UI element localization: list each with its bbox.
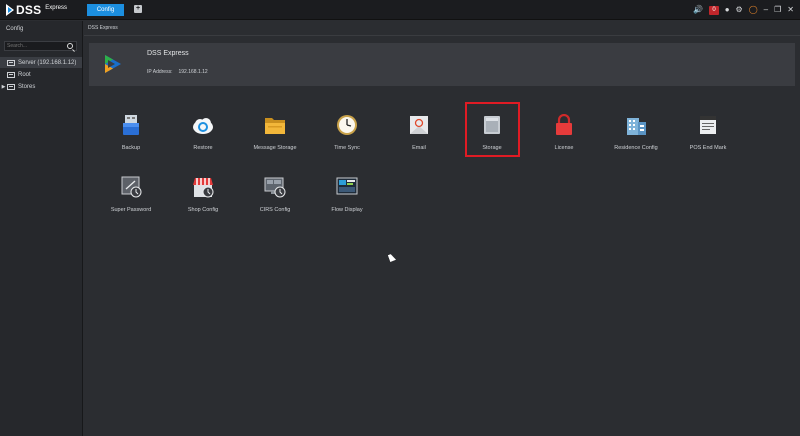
tile-label: License <box>554 145 574 151</box>
tree-item-label: Root <box>18 71 31 78</box>
folder-icon <box>265 118 285 134</box>
breadcrumb: DSS Express <box>88 25 118 31</box>
tile-label: Message Storage <box>253 145 297 151</box>
server-icon <box>7 59 15 66</box>
tile-flow-display[interactable]: Flow Display <box>317 174 377 222</box>
tile-label: Shop Config <box>187 207 219 213</box>
sidebar-title: Config <box>6 26 24 32</box>
tile-time-sync[interactable]: Time Sync <box>317 112 377 160</box>
restore-icon[interactable]: ❐ <box>774 4 781 16</box>
tree-item-stores[interactable]: ▶ Stores <box>0 81 82 92</box>
lock-icon <box>556 114 572 135</box>
add-tab-button[interactable]: + <box>134 5 142 13</box>
tree-item-root[interactable]: Root <box>0 69 82 80</box>
shop-icon <box>193 178 214 198</box>
tile-label: POS End Mark <box>689 145 727 151</box>
org-icon <box>7 83 15 90</box>
tile-label: Restore <box>193 145 213 151</box>
speaker-icon[interactable]: 🔊 <box>693 4 703 16</box>
close-icon[interactable]: ✕ <box>787 4 794 16</box>
tile-label: CIRS Config <box>259 207 291 213</box>
clock-icon <box>337 115 357 135</box>
tile-cirs-config[interactable]: CIRS Config <box>245 174 305 222</box>
tile-message-storage[interactable]: Message Storage <box>245 112 305 160</box>
receipt-icon <box>700 116 716 134</box>
expand-arrow-icon[interactable]: ▶ <box>0 84 7 90</box>
search-input[interactable] <box>7 42 65 50</box>
building-icon <box>627 118 646 135</box>
tile-pos-end-mark[interactable]: POS End Mark <box>678 112 738 160</box>
window-tools: 🔊 0 ● ⚙ ◯ – ❐ ✕ <box>693 4 794 16</box>
hardware-icon[interactable]: ◯ <box>749 4 758 16</box>
tree-item-server[interactable]: Server (192.168.1.12) <box>0 57 82 68</box>
tree-item-label: Stores <box>18 83 36 90</box>
ip-value: 192.168.1.12 <box>178 69 208 75</box>
tile-email[interactable]: Email <box>389 112 449 160</box>
search-box <box>4 41 77 51</box>
divider <box>84 35 800 36</box>
storage-highlight-box <box>465 102 520 157</box>
mouse-cursor-icon <box>387 253 397 262</box>
tab-config[interactable]: Config <box>87 4 124 16</box>
usb-drive-icon <box>123 115 139 135</box>
gear-icon[interactable]: ⚙ <box>736 4 743 16</box>
tile-label: Residence Config <box>614 145 658 151</box>
cloud-restore-icon <box>193 118 213 134</box>
server-info-card: DSS Express IP Address: 192.168.1.12 <box>89 43 795 86</box>
logo-text: DSS <box>16 3 42 17</box>
password-icon <box>121 176 142 198</box>
dss-server-logo-icon <box>105 55 121 73</box>
tile-label: Backup <box>121 145 141 151</box>
ip-label: IP Address: <box>147 69 173 75</box>
tile-label: Email <box>412 145 426 151</box>
app-logo: DSS Express <box>6 2 67 18</box>
tile-label: Time Sync <box>334 145 360 151</box>
sidebar: Config Server (192.168.1.12) Root ▶ Stor… <box>0 21 83 436</box>
cirs-monitor-icon <box>264 177 286 198</box>
tree-item-label: Server (192.168.1.12) <box>18 59 77 66</box>
tile-license[interactable]: License <box>534 112 594 160</box>
email-icon <box>410 116 428 134</box>
flow-display-icon <box>336 177 358 195</box>
server-ip: IP Address: 192.168.1.12 <box>147 69 208 75</box>
user-icon[interactable]: ● <box>725 4 730 16</box>
tile-backup[interactable]: Backup <box>101 112 161 160</box>
tile-restore[interactable]: Restore <box>173 112 233 160</box>
logo-suffix: Express <box>45 5 67 11</box>
tile-shop-config[interactable]: Shop Config <box>173 174 233 222</box>
org-icon <box>7 71 15 78</box>
tile-label: Flow Display <box>331 207 363 213</box>
tile-label: Super Password <box>110 207 152 213</box>
alarm-count-badge[interactable]: 0 <box>709 5 719 15</box>
tile-super-password[interactable]: Super Password <box>101 174 161 222</box>
minimize-icon[interactable]: – <box>764 4 768 16</box>
top-bar: DSS Express Config + 🔊 0 ● ⚙ ◯ – ❐ ✕ <box>0 0 800 20</box>
tile-residence-config[interactable]: Residence Config <box>606 112 666 160</box>
dss-logo-icon <box>6 4 14 16</box>
server-name: DSS Express <box>147 50 189 57</box>
search-icon[interactable] <box>67 43 73 49</box>
